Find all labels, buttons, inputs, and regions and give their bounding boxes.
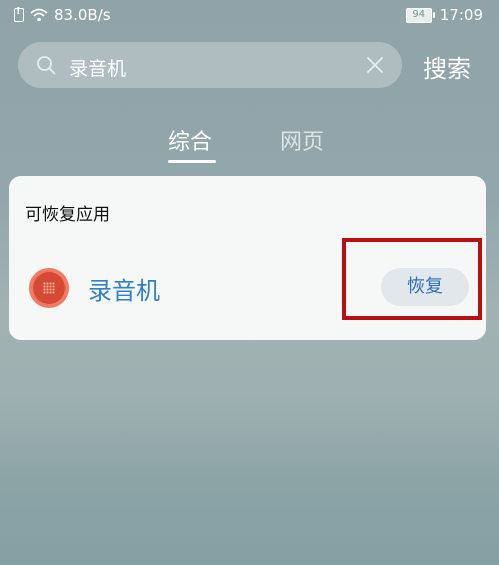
- status-bar: 83.0B/s 94 17:09: [0, 0, 499, 32]
- sim-alert-icon: [14, 6, 24, 22]
- tab-general[interactable]: 综合: [168, 124, 212, 156]
- wifi-icon: [30, 8, 48, 22]
- active-tab-indicator: [168, 160, 216, 163]
- battery-icon: 94: [405, 7, 435, 23]
- microphone-grid-icon: [43, 282, 55, 294]
- tab-web[interactable]: 网页: [280, 124, 324, 156]
- recorder-app-icon-inner: [33, 272, 65, 304]
- result-tabs: 综合 网页: [0, 124, 499, 168]
- search-button[interactable]: 搜索: [423, 49, 471, 84]
- search-icon: [37, 56, 56, 75]
- app-name[interactable]: 录音机: [88, 271, 160, 306]
- clear-icon[interactable]: [366, 56, 384, 74]
- network-speed: 83.0B/s: [54, 6, 111, 24]
- search-input[interactable]: 录音机: [18, 42, 402, 88]
- highlight-annotation: [342, 238, 482, 320]
- card-title: 可恢复应用: [25, 205, 110, 225]
- recorder-app-icon[interactable]: [29, 268, 69, 308]
- status-right: 94 17:09: [405, 6, 483, 24]
- clock: 17:09: [439, 6, 483, 24]
- status-left: 83.0B/s: [14, 6, 111, 24]
- search-query[interactable]: 录音机: [69, 54, 126, 81]
